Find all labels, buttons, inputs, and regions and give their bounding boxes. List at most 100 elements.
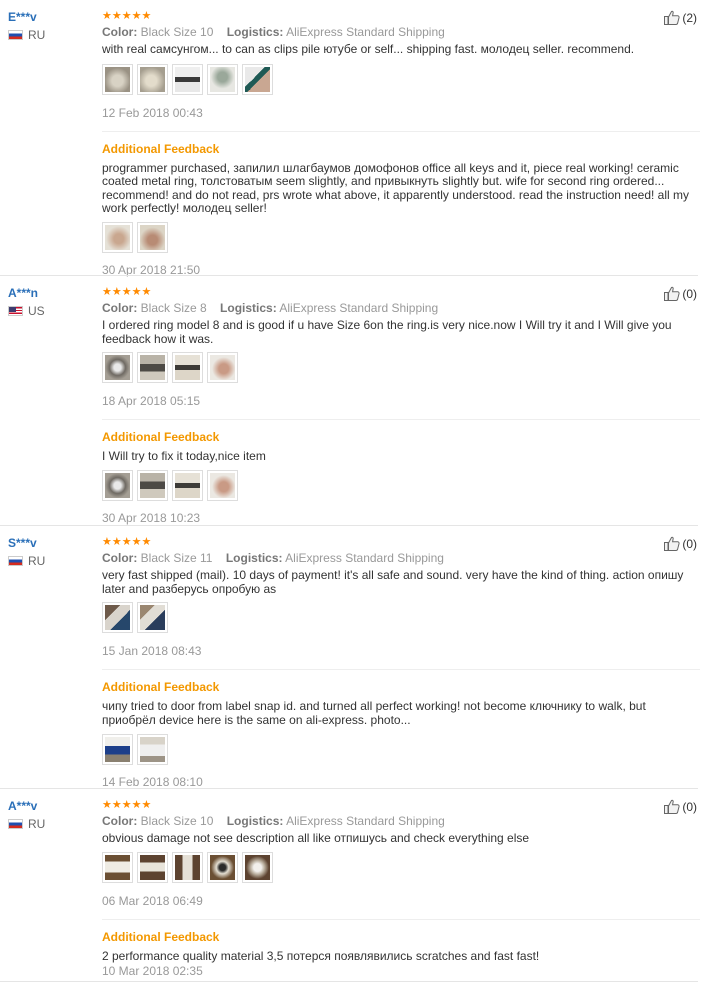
helpful-count: (2) [682, 10, 697, 25]
divider [102, 130, 700, 132]
review-date: 18 Apr 2018 05:15 [102, 394, 201, 408]
order-attributes: Color: Black Size 10 Logistics: AliExpre… [102, 814, 700, 829]
divider [102, 419, 700, 420]
color-label: Color: [102, 814, 138, 828]
us-flag-icon [8, 306, 23, 316]
helpful-count: (0) [682, 286, 697, 301]
feedback-photos [102, 221, 700, 253]
feedback-text: 2 performance quality material 3,5 потер… [102, 948, 540, 963]
review-date: 12 Feb 2018 00:43 [102, 105, 203, 120]
star-rating: ★★★★★ [102, 536, 152, 548]
review-separator [0, 525, 698, 526]
review-content: ★★★★★ Color: Black Size 10 Logistics: Al… [102, 10, 700, 277]
helpful-count: (0) [682, 799, 697, 814]
color-label: Color: [102, 551, 138, 565]
country-code: RU [28, 554, 46, 568]
review-separator [0, 788, 698, 789]
logistics-label: Logistics: [226, 25, 284, 39]
order-attributes: Color: Black Size 8 Logistics: AliExpres… [102, 301, 700, 316]
country-code: US [28, 304, 45, 318]
feedback-text: чипу tried to door from label snap id. a… [102, 699, 646, 727]
photo-thumbnail[interactable] [207, 352, 238, 383]
ru-flag-icon [8, 556, 23, 566]
review-photos [102, 851, 700, 883]
photo-thumbnail[interactable] [242, 851, 273, 883]
photo-thumbnail[interactable] [207, 851, 238, 883]
reviewer-name[interactable]: A***n [8, 286, 45, 300]
star-rating: ★★★★★ [102, 10, 152, 22]
review-photos [102, 352, 700, 383]
thumbs-up-icon [664, 286, 680, 301]
reviewer-name[interactable]: E***v [8, 10, 45, 24]
photo-thumbnail[interactable] [137, 221, 168, 253]
photo-thumbnail[interactable] [102, 851, 133, 883]
reviewer-name[interactable]: A***v [8, 799, 45, 813]
color-label: Color: [102, 25, 138, 39]
reviewer-name[interactable]: S***v [8, 536, 45, 550]
logistics-label: Logistics: [225, 551, 283, 565]
color-value: Black Size 10 [140, 814, 214, 828]
photo-thumbnail[interactable] [102, 221, 133, 253]
star-rating: ★★★★★ [102, 799, 152, 811]
additional-feedback-title: Additional Feedback [102, 680, 220, 694]
reviewer-info: S***v RU [8, 536, 45, 568]
photo-thumbnail[interactable] [137, 469, 168, 501]
photo-thumbnail[interactable] [102, 734, 133, 765]
star-rating: ★★★★★ [102, 286, 152, 298]
review-photos [102, 602, 700, 633]
ru-flag-icon [8, 30, 23, 40]
divider [102, 669, 700, 670]
reviewer-country: RU [8, 817, 45, 831]
country-code: RU [28, 817, 46, 831]
helpful-button[interactable]: (0) [664, 286, 697, 301]
feedback-photos [102, 734, 700, 765]
photo-thumbnail[interactable] [172, 469, 203, 501]
reviewer-country: US [8, 304, 45, 318]
photo-thumbnail[interactable] [207, 469, 238, 501]
photo-thumbnail[interactable] [137, 851, 168, 883]
review-content: ★★★★★ Color: Black Size 11 Logistics: Al… [102, 536, 700, 789]
ru-flag-icon [8, 819, 23, 829]
color-value: Black Size 8 [140, 301, 207, 315]
reviewer-info: E***v RU [8, 10, 45, 42]
photo-thumbnail[interactable] [102, 469, 133, 501]
additional-feedback-title: Additional Feedback [102, 430, 220, 444]
additional-feedback-title: Additional Feedback [102, 929, 220, 944]
review-text: obvious damage not see description all l… [102, 831, 530, 845]
additional-feedback-title: Additional Feedback [102, 141, 220, 156]
logistics-value: AliExpress Standard Shipping [286, 25, 445, 39]
helpful-button[interactable]: (0) [664, 536, 697, 551]
photo-thumbnail[interactable] [137, 63, 168, 95]
photo-thumbnail[interactable] [172, 851, 203, 883]
reviewer-info: A***v RU [8, 799, 45, 831]
review-date: 15 Jan 2018 08:43 [102, 644, 202, 658]
order-attributes: Color: Black Size 10 Logistics: AliExpre… [102, 25, 700, 40]
photo-thumbnail[interactable] [102, 602, 133, 633]
photo-thumbnail[interactable] [137, 602, 168, 633]
reviewer-info: A***n US [8, 286, 45, 318]
helpful-button[interactable]: (2) [664, 10, 697, 25]
review-separator [0, 275, 698, 276]
thumbs-up-icon [664, 536, 680, 551]
photo-thumbnail[interactable] [137, 734, 168, 765]
photo-thumbnail[interactable] [102, 352, 133, 383]
review-date: 06 Mar 2018 06:49 [102, 893, 203, 908]
photo-thumbnail[interactable] [242, 63, 273, 95]
thumbs-up-icon [664, 10, 680, 25]
logistics-label: Logistics: [226, 814, 284, 828]
photo-thumbnail[interactable] [102, 63, 133, 95]
photo-thumbnail[interactable] [172, 352, 203, 383]
photo-thumbnail[interactable] [207, 63, 238, 95]
review-text: very fast shipped (mail). 10 days of pay… [102, 568, 684, 596]
review-text: I ordered ring model 8 and is good if u … [102, 318, 672, 346]
thumbs-up-icon [664, 799, 680, 814]
photo-thumbnail[interactable] [137, 352, 168, 383]
review-text: with real самсунгом... to can as clips p… [102, 42, 635, 56]
photo-thumbnail[interactable] [172, 63, 203, 95]
feedback-text: programmer purchased, запилил шлагбаумов… [102, 160, 690, 215]
logistics-value: AliExpress Standard Shipping [285, 551, 444, 565]
reviewer-country: RU [8, 28, 45, 42]
logistics-value: AliExpress Standard Shipping [279, 301, 439, 315]
helpful-count: (0) [682, 536, 697, 551]
helpful-button[interactable]: (0) [664, 799, 697, 814]
